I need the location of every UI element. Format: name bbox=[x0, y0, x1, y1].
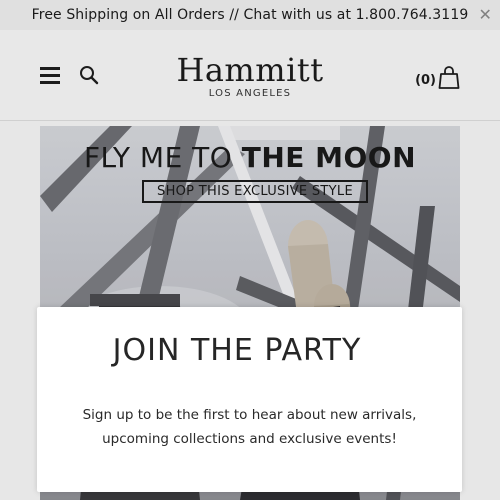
modal-title: JOIN THE PARTY bbox=[112, 333, 362, 368]
modal-body: Sign up to be the first to hear about ne… bbox=[37, 403, 462, 451]
signup-modal: JOIN THE PARTY Sign up to be the first t… bbox=[37, 307, 462, 492]
modal-body-line-2: upcoming collections and exclusive event… bbox=[102, 431, 397, 447]
modal-body-line-1: Sign up to be the first to hear about ne… bbox=[82, 407, 417, 423]
